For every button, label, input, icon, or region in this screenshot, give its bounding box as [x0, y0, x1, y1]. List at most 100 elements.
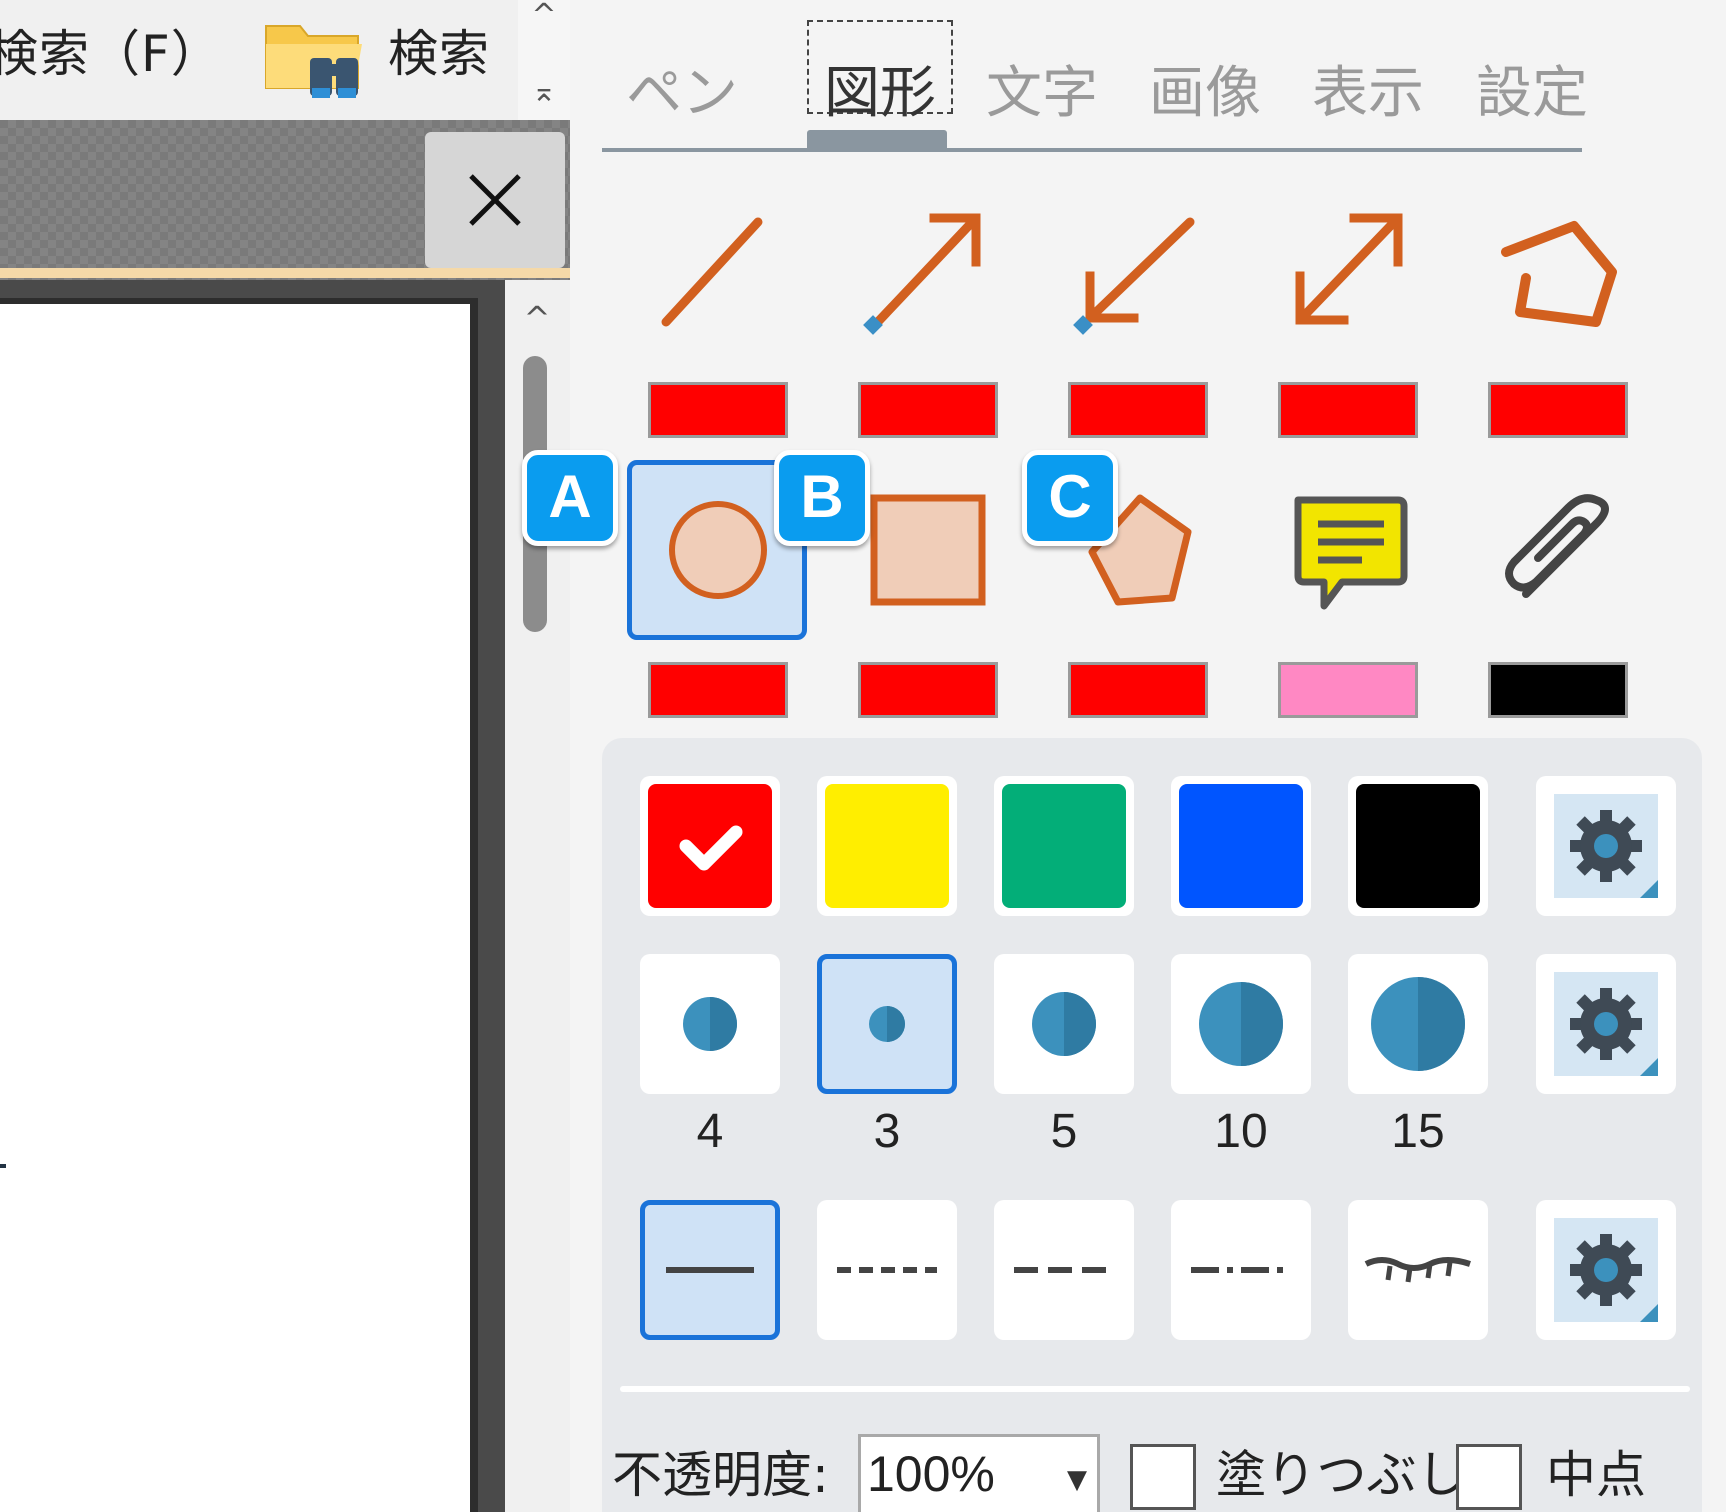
width-label: 10	[1214, 1105, 1268, 1158]
line-style-settings-button[interactable]	[1536, 1200, 1676, 1340]
double-arrow-tool-icon	[1295, 213, 1403, 325]
color-swatch-green[interactable]	[994, 776, 1134, 916]
tab-text[interactable]: 文字	[972, 54, 1112, 134]
polyline-tool-button[interactable]	[1468, 180, 1648, 360]
line-tool-color[interactable]	[648, 382, 788, 438]
width-option-5[interactable]	[994, 954, 1134, 1094]
toolbar-scroll-top-icon[interactable]: ⌅	[524, 72, 564, 116]
chevron-down-icon: ▼	[1067, 1465, 1087, 1495]
selected-tab-indicator	[807, 130, 947, 150]
stroke-width-icon	[1032, 992, 1096, 1056]
width-label: 4	[696, 1105, 724, 1158]
line-tool-button[interactable]	[628, 180, 808, 360]
search-menu[interactable]: 検索（F）	[0, 14, 222, 86]
arrow-start-tool-color[interactable]	[1068, 382, 1208, 438]
panel-divider	[620, 1386, 1690, 1392]
midpoint-checkbox[interactable]	[1456, 1444, 1522, 1510]
callout-badge-c: C	[1022, 450, 1118, 546]
width-option-15[interactable]	[1348, 954, 1488, 1094]
polyline-tool-icon	[1501, 221, 1617, 327]
arrow-end-tool-button[interactable]	[838, 180, 1018, 360]
line-style-dash-dot[interactable]	[1171, 1200, 1311, 1340]
annotation-panel: ペン 図形 文字 画像 表示 設定 A B C 4 3 5 10 15 不透明度…	[522, 0, 1726, 1512]
tab-view[interactable]: 表示	[1298, 54, 1438, 134]
fill-label: 塗りつぶし	[1216, 1446, 1467, 1504]
arrow-end-tool-icon	[863, 213, 981, 335]
fill-checkbox[interactable]	[1130, 1444, 1196, 1510]
wavy-line-icon	[1364, 1257, 1471, 1283]
double-arrow-tool-color[interactable]	[1278, 382, 1418, 438]
tab-divider	[602, 148, 1582, 152]
color-settings-button[interactable]	[1536, 776, 1676, 916]
stroke-width-icon	[683, 997, 737, 1051]
toolbar-scroll-up-icon[interactable]: ^	[524, 0, 564, 40]
active-tab-indicator	[0, 268, 570, 278]
dashed-line-icon	[837, 1267, 937, 1273]
tab-image[interactable]: 画像	[1135, 54, 1275, 134]
gear-icon	[1554, 972, 1658, 1076]
bottom-options: 不透明度: 100% ▼ 塗りつぶし 中点	[602, 1434, 1702, 1512]
arrow-start-tool-button[interactable]	[1048, 180, 1228, 360]
tab-pen[interactable]: ペン	[612, 54, 752, 134]
long-dashed-line-icon	[1014, 1267, 1114, 1273]
arrow-start-tool-icon	[1073, 217, 1195, 335]
document-mark	[0, 1164, 6, 1168]
sticky-note-tool-icon	[1294, 496, 1408, 610]
polyline-tool-color[interactable]	[1488, 382, 1628, 438]
stroke-width-icon	[869, 1006, 905, 1042]
document-page[interactable]	[0, 298, 478, 1512]
panel-tabs: ペン 図形 文字 画像 表示 設定	[602, 18, 1592, 150]
line-style-dashed[interactable]	[817, 1200, 957, 1340]
double-arrow-tool-button[interactable]	[1258, 180, 1438, 360]
color-swatch-blue[interactable]	[1171, 776, 1311, 916]
style-options-panel: 4 3 5 10 15 不透明度: 100% ▼ 塗りつぶし 中点	[602, 738, 1702, 1512]
attachment-tool-color[interactable]	[1488, 662, 1628, 718]
width-label: 15	[1391, 1105, 1445, 1158]
width-option-3[interactable]	[817, 954, 957, 1094]
color-fill	[1356, 784, 1480, 908]
polygon-tool-color[interactable]	[1068, 662, 1208, 718]
midpoint-label: 中点	[1546, 1446, 1646, 1504]
color-swatch-yellow[interactable]	[817, 776, 957, 916]
sticky-note-tool-color[interactable]	[1278, 662, 1418, 718]
width-option-4[interactable]	[640, 954, 780, 1094]
gear-icon	[1554, 1218, 1658, 1322]
width-option-10[interactable]	[1171, 954, 1311, 1094]
color-fill	[1002, 784, 1126, 908]
color-fill	[1179, 784, 1303, 908]
close-icon	[469, 174, 521, 226]
stroke-width-icon	[1371, 977, 1465, 1071]
width-settings-button[interactable]	[1536, 954, 1676, 1094]
toolbar-scroller[interactable]: ^ ⌅	[518, 0, 570, 120]
color-swatch-red[interactable]	[640, 776, 780, 916]
search-button-label[interactable]: 検索	[388, 14, 490, 86]
rectangle-tool-color[interactable]	[858, 662, 998, 718]
width-label: 3	[873, 1105, 901, 1158]
color-fill	[825, 784, 949, 908]
dash-dot-line-icon	[1191, 1267, 1291, 1273]
opacity-dropdown[interactable]: 100% ▼	[858, 1434, 1100, 1512]
checkmark-icon	[679, 825, 743, 871]
ellipse-tool-color[interactable]	[648, 662, 788, 718]
gear-icon	[1554, 794, 1658, 898]
tab-settings[interactable]: 設定	[1462, 54, 1602, 134]
line-style-solid[interactable]	[640, 1200, 780, 1340]
line-style-wavy[interactable]	[1348, 1200, 1488, 1340]
color-swatch-black[interactable]	[1348, 776, 1488, 916]
line-tool-icon	[661, 217, 763, 327]
opacity-label: 不透明度:	[612, 1446, 829, 1504]
close-tab-button[interactable]	[425, 132, 565, 268]
folder-search-icon[interactable]	[262, 8, 372, 104]
attachment-tool-button[interactable]	[1468, 460, 1648, 640]
solid-line-icon	[666, 1267, 754, 1273]
callout-badge-a: A	[522, 450, 618, 546]
scroll-up-icon[interactable]: ^	[517, 300, 557, 336]
line-style-long-dashed[interactable]	[994, 1200, 1134, 1340]
arrow-end-tool-color[interactable]	[858, 382, 998, 438]
opacity-value: 100%	[867, 1446, 995, 1502]
attachment-tool-icon	[1505, 494, 1609, 598]
tab-shapes[interactable]: 図形	[810, 54, 950, 134]
document-area: 検索（F） 検索 ^ ⌅ ^	[0, 0, 570, 1512]
main-toolbar: 検索（F） 検索	[0, 0, 518, 120]
sticky-note-tool-button[interactable]	[1258, 460, 1438, 640]
